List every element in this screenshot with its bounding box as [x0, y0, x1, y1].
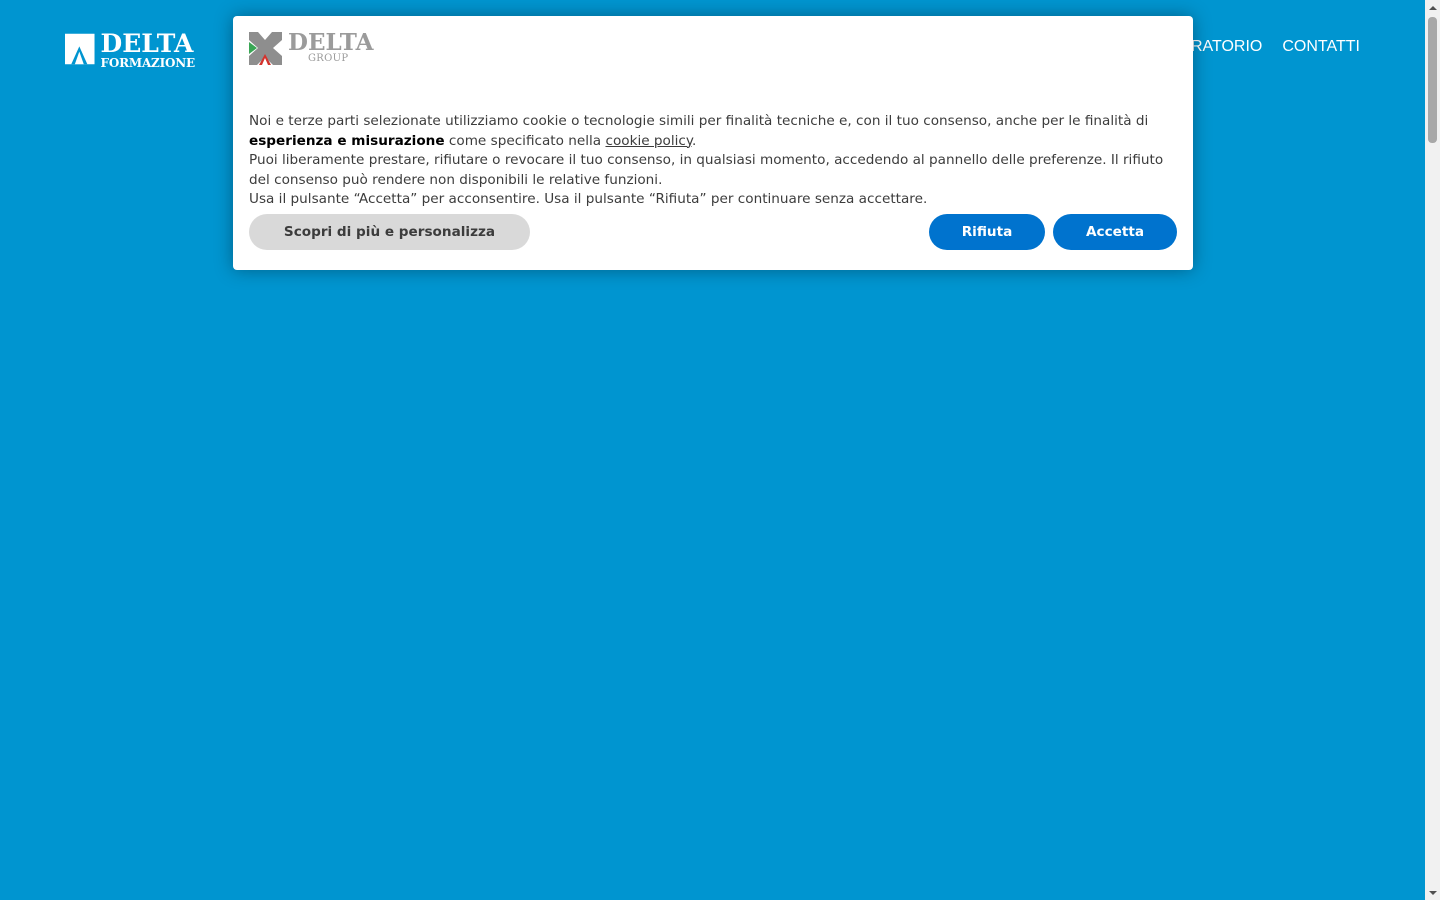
accept-button[interactable]: Accetta	[1053, 214, 1177, 250]
delta-logo-icon	[65, 33, 95, 65]
nav-item-laboratorio[interactable]: RATORIO	[1191, 38, 1262, 56]
cookie-paragraph-2: Puoi liberamente prestare, rifiutare o r…	[249, 152, 1164, 188]
site-logo-line1: DELTA	[100, 29, 194, 58]
cookie-strong-purposes: esperienza e misurazione	[249, 132, 445, 149]
cookie-message: Noi e terze parti selezionate utilizziam…	[249, 112, 1179, 210]
cookie-policy-link[interactable]: cookie policy	[605, 133, 692, 149]
nav-item-contatti[interactable]: CONTATTI	[1282, 38, 1360, 56]
page-background: DELTA FORMAZIONE RATORIO CONTATTI DELTA …	[0, 0, 1425, 900]
cookie-banner-logo: DELTA GROUP	[249, 29, 1177, 66]
scroll-down-arrow-icon[interactable]	[1425, 885, 1440, 900]
cookie-consent-dialog: DELTA GROUP Noi e terze parti selezionat…	[233, 16, 1193, 270]
vertical-scrollbar[interactable]	[1425, 0, 1440, 900]
delta-group-logo-icon	[249, 32, 282, 65]
site-logo-line2: FORMAZIONE	[100, 56, 196, 70]
customize-button[interactable]: Scopri di più e personalizza	[249, 214, 530, 250]
site-logo[interactable]: DELTA FORMAZIONE	[65, 29, 196, 70]
scrollbar-thumb[interactable]	[1428, 17, 1437, 143]
cookie-logo-line1: DELTA	[288, 29, 374, 56]
cookie-paragraph-3: Usa il pulsante “Accetta” per acconsenti…	[249, 191, 928, 207]
scroll-up-arrow-icon[interactable]	[1425, 0, 1440, 15]
main-nav: RATORIO CONTATTI	[1191, 38, 1360, 56]
reject-button[interactable]: Rifiuta	[929, 214, 1045, 250]
cookie-paragraph-1: Noi e terze parti selezionate utilizziam…	[249, 113, 1149, 149]
